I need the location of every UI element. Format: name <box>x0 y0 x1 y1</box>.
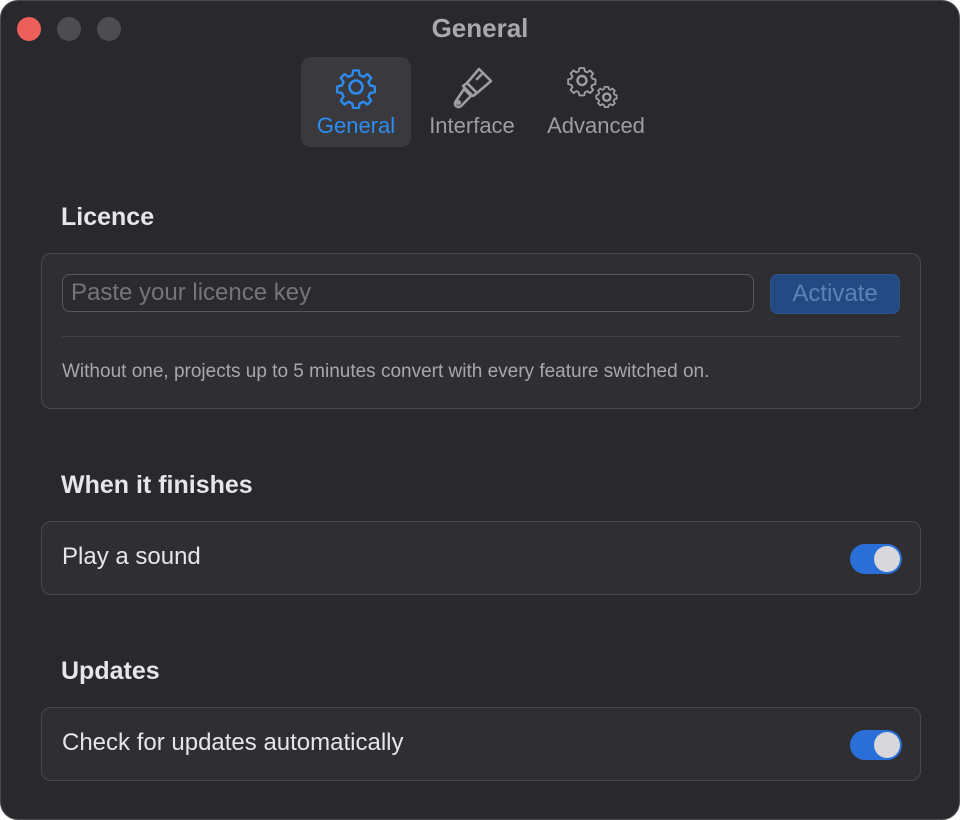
toggle-knob <box>874 546 900 572</box>
updates-section-title: Updates <box>61 657 160 685</box>
tab-interface-label: Interface <box>429 113 515 138</box>
tab-interface[interactable]: Interface <box>413 57 531 147</box>
finish-section-title: When it finishes <box>61 471 253 499</box>
licence-key-input[interactable] <box>62 274 754 312</box>
window-title: General <box>431 13 529 43</box>
toggle-knob <box>874 732 900 758</box>
licence-group: Activate Without one, projects up to 5 m… <box>41 253 921 409</box>
tab-general-label: General <box>316 113 396 138</box>
play-sound-label: Play a sound <box>62 543 201 570</box>
tab-advanced-label: Advanced <box>547 113 645 138</box>
gears-icon <box>567 67 618 109</box>
finish-group: Play a sound <box>41 521 921 595</box>
play-sound-toggle[interactable] <box>850 544 902 574</box>
paintbrush-icon <box>453 67 493 109</box>
gear-icon <box>335 69 377 109</box>
licence-note: Without one, projects up to 5 minutes co… <box>62 361 710 382</box>
updates-group: Check for updates automatically <box>41 707 921 781</box>
licence-section-title: Licence <box>61 203 155 231</box>
licence-divider <box>62 336 900 337</box>
preferences-window: General General Interface Advanced Licen… <box>0 0 960 820</box>
tab-general[interactable]: General <box>301 57 411 147</box>
activate-button[interactable]: Activate <box>770 274 900 314</box>
auto-update-toggle[interactable] <box>850 730 902 760</box>
tab-advanced[interactable]: Advanced <box>539 57 653 147</box>
auto-update-label: Check for updates automatically <box>62 729 404 756</box>
